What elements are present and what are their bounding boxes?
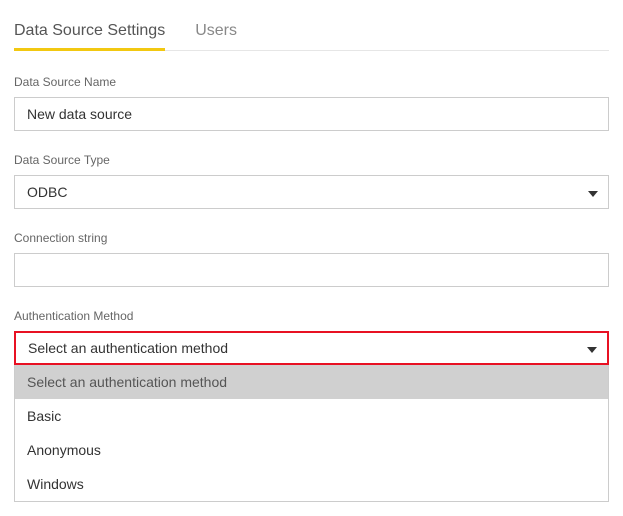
input-connection-string[interactable] — [14, 253, 609, 287]
label-connection-string: Connection string — [14, 231, 609, 245]
chevron-down-icon — [587, 340, 597, 356]
field-data-source-name: Data Source Name — [14, 75, 609, 131]
select-data-source-type-value: ODBC — [27, 184, 67, 200]
label-data-source-name: Data Source Name — [14, 75, 609, 89]
select-authentication-method[interactable]: Select an authentication method — [14, 331, 609, 365]
tab-bar: Data Source Settings Users — [14, 14, 609, 51]
option-windows[interactable]: Windows — [15, 467, 608, 501]
tab-users[interactable]: Users — [195, 14, 237, 50]
select-data-source-type[interactable]: ODBC — [14, 175, 609, 209]
input-data-source-name[interactable] — [14, 97, 609, 131]
dropdown-authentication-method: Select an authentication method Basic An… — [14, 365, 609, 502]
option-placeholder[interactable]: Select an authentication method — [15, 365, 608, 399]
field-authentication-method: Authentication Method Select an authenti… — [14, 309, 609, 502]
chevron-down-icon — [588, 184, 598, 200]
select-authentication-method-value: Select an authentication method — [28, 340, 228, 356]
label-authentication-method: Authentication Method — [14, 309, 609, 323]
field-connection-string: Connection string — [14, 231, 609, 287]
option-anonymous[interactable]: Anonymous — [15, 433, 608, 467]
field-data-source-type: Data Source Type ODBC — [14, 153, 609, 209]
tab-data-source-settings[interactable]: Data Source Settings — [14, 14, 165, 50]
option-basic[interactable]: Basic — [15, 399, 608, 433]
label-data-source-type: Data Source Type — [14, 153, 609, 167]
